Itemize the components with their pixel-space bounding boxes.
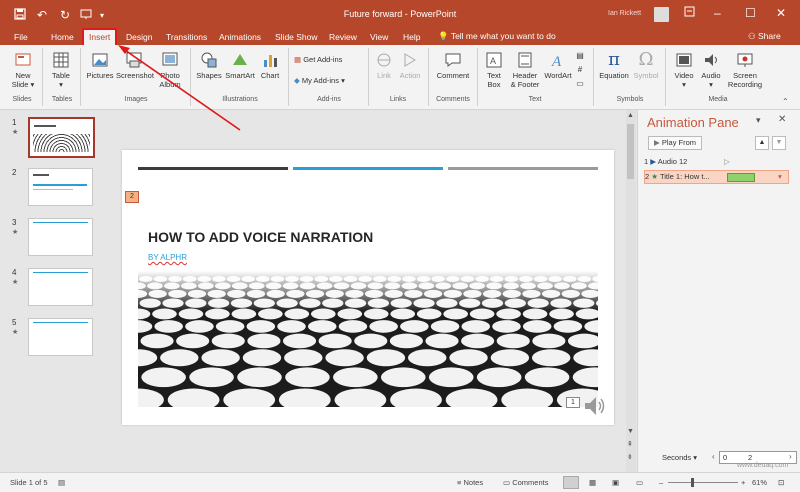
- animation-item-title[interactable]: 2 ★ Title 1: How t... ▾: [644, 170, 789, 184]
- zoom-slider[interactable]: [668, 482, 738, 483]
- animation-pane: Animation Pane ▾ ✕ ▶ Play From ▲ ▼ 1 ▶ A…: [637, 110, 800, 472]
- item-number: 2: [645, 172, 650, 181]
- comments-label: Comments: [512, 478, 549, 487]
- timeline-left-icon[interactable]: ‹: [712, 452, 715, 461]
- pane-options-icon[interactable]: ▾: [756, 115, 761, 126]
- slide-info: Slide 1 of 5: [10, 478, 48, 487]
- slide-show-icon[interactable]: ▭: [636, 478, 643, 487]
- notes-label: Notes: [463, 478, 484, 487]
- zoom-slider-thumb[interactable]: [691, 478, 694, 487]
- notes-button[interactable]: ≡ Notes: [457, 478, 483, 487]
- slide-sorter-icon[interactable]: ▦: [589, 478, 596, 487]
- notes-icon: ≡: [457, 478, 462, 487]
- accessibility-icon[interactable]: ▤: [58, 478, 65, 487]
- reading-view-icon[interactable]: ▣: [612, 478, 619, 487]
- fit-slide-icon[interactable]: ⊡: [778, 478, 784, 487]
- entrance-star-icon: ★: [651, 172, 658, 181]
- move-down-icon[interactable]: ▼: [772, 136, 786, 150]
- animation-pane-title: Animation Pane: [647, 115, 739, 130]
- seconds-label: Seconds: [662, 453, 692, 462]
- close-pane-icon[interactable]: ✕: [778, 114, 786, 125]
- play-icon: ▶: [654, 138, 660, 147]
- zoom-level[interactable]: 61%: [752, 478, 767, 487]
- play-trigger-icon: ▶: [650, 157, 657, 166]
- comments-button[interactable]: ▭ Comments: [503, 478, 548, 487]
- dropdown-icon[interactable]: ▾: [778, 171, 782, 183]
- play-from-label: Play From: [661, 138, 697, 147]
- normal-view-icon[interactable]: [563, 476, 579, 489]
- item-label: Title 1: How t...: [659, 172, 710, 181]
- timing-bar[interactable]: [727, 173, 755, 182]
- timeline-end: 2: [748, 453, 753, 462]
- play-from-button[interactable]: ▶ Play From: [648, 136, 703, 150]
- seconds-dropdown[interactable]: Seconds ▾: [662, 453, 697, 462]
- status-bar: Slide 1 of 5 ▤ ≡ Notes ▭ Comments ▦ ▣ ▭ …: [0, 472, 800, 492]
- timeline-right-icon[interactable]: ›: [789, 452, 792, 461]
- item-label: Audio 12: [657, 157, 688, 166]
- animation-item-audio[interactable]: 1 ▶ Audio 12 ▷: [644, 156, 787, 168]
- zoom-in-icon[interactable]: +: [741, 478, 745, 487]
- timing-marker-icon: ▷: [724, 157, 730, 166]
- timeline-start: 0: [723, 453, 728, 462]
- zoom-out-icon[interactable]: –: [659, 478, 663, 487]
- watermark: www.deuaq.com: [737, 462, 789, 469]
- item-number: 1: [644, 157, 649, 166]
- move-up-icon[interactable]: ▲: [755, 136, 769, 150]
- comments-icon: ▭: [503, 478, 511, 487]
